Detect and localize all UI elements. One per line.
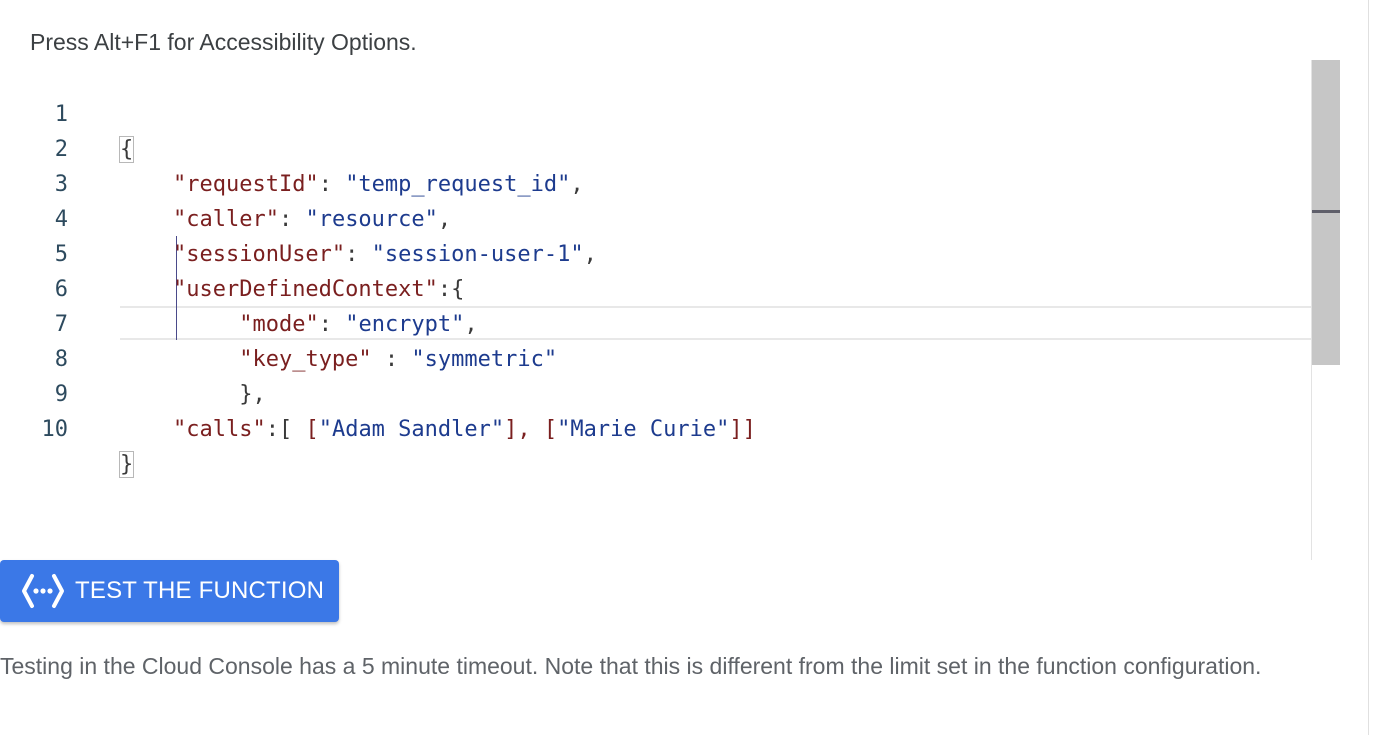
json-bracket: [: [543, 417, 558, 442]
test-function-page: Press Alt+F1 for Accessibility Options. …: [0, 0, 1400, 735]
code-line[interactable]: 2 "requestId": "temp_request_id",: [0, 97, 1300, 197]
json-bracket: ],: [504, 417, 544, 442]
json-bracket: [: [305, 417, 319, 442]
json-key: "calls": [172, 417, 266, 442]
json-bracket: ]]: [729, 417, 756, 442]
scrollbar-cursor-marker: [1312, 210, 1340, 213]
code-line[interactable]: 8 },: [0, 307, 1300, 407]
test-function-button[interactable]: TEST THE FUNCTION: [0, 560, 339, 622]
json-value: "Marie Curie": [557, 417, 730, 442]
line-number: 10: [41, 417, 69, 442]
code-line[interactable]: 10 }: [0, 377, 1300, 478]
matching-brace: }: [118, 451, 135, 478]
page-divider: [1368, 0, 1369, 735]
code-line[interactable]: 6 "mode": "encrypt",: [0, 237, 1300, 337]
code-line[interactable]: 1 {: [0, 62, 1300, 163]
code-line[interactable]: 5 "userDefinedContext":{: [0, 202, 1300, 302]
accessibility-hint: Press Alt+F1 for Accessibility Options.: [30, 29, 417, 55]
json-separator: :[: [265, 417, 306, 442]
timeout-note: Testing in the Cloud Console has a 5 min…: [0, 653, 1262, 679]
code-line[interactable]: 4 "sessionUser": "session-user-1",: [0, 167, 1300, 267]
code-line[interactable]: 3 "caller": "resource",: [0, 132, 1300, 232]
code-editor[interactable]: 1 { 2 "requestId": "temp_request_id", 3 …: [0, 60, 1340, 560]
code-line[interactable]: 7 "key_type" : "symmetric": [0, 272, 1300, 372]
code-line[interactable]: 9 "calls":[ ["Adam Sandler"], ["Marie Cu…: [0, 342, 1300, 442]
cloud-functions-icon: [20, 573, 66, 609]
json-value: "Adam Sandler": [318, 417, 505, 442]
test-function-button-label: TEST THE FUNCTION: [75, 577, 325, 604]
